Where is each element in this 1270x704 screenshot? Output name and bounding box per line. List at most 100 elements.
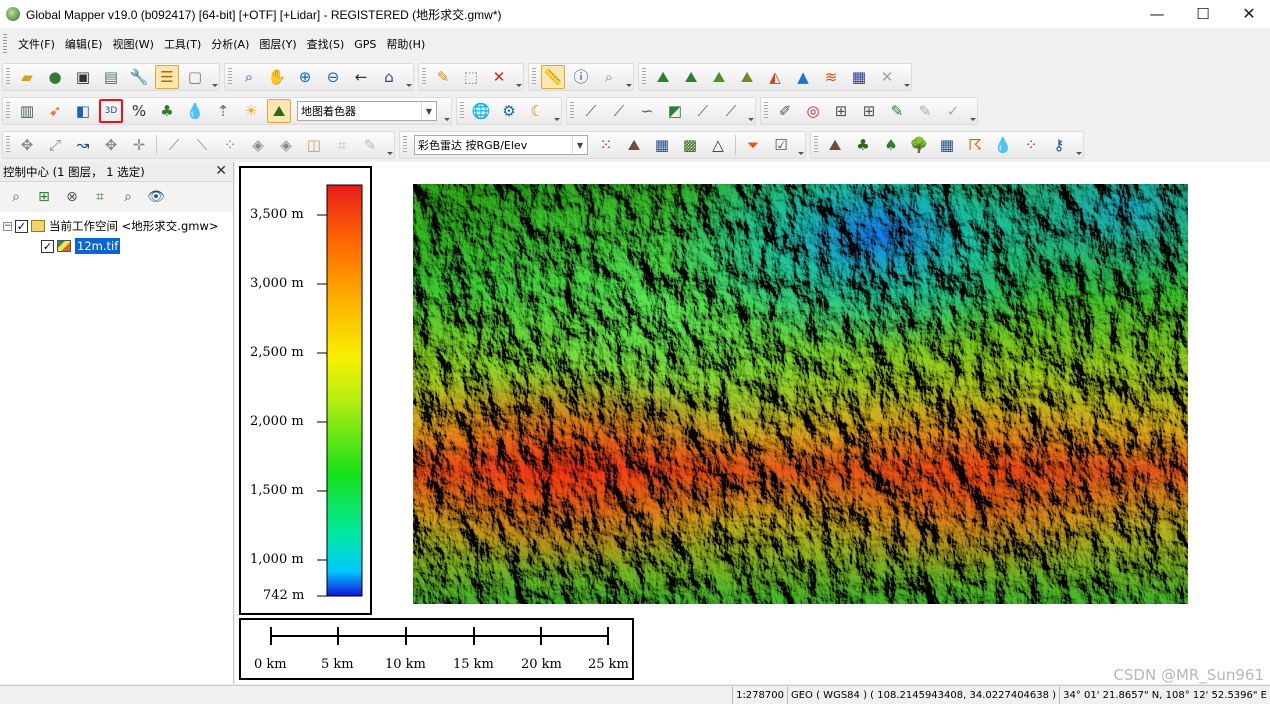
menu-gps[interactable]: GPS xyxy=(349,38,381,51)
maximize-button[interactable]: ☐ xyxy=(1180,0,1226,28)
menu-view[interactable]: 视图(W) xyxy=(107,36,158,52)
3d-view-icon[interactable]: 3D xyxy=(99,99,123,123)
triangle-icon[interactable]: △ xyxy=(706,133,730,157)
toolbar-options-icon[interactable] xyxy=(747,98,754,124)
toolbar-grip[interactable] xyxy=(6,102,10,120)
move-vertex-icon[interactable]: ✥ xyxy=(99,133,123,157)
projection-globe-icon[interactable]: 🌐 xyxy=(469,99,493,123)
point-move-icon[interactable]: ✐ xyxy=(773,99,797,123)
toolbar-grip[interactable] xyxy=(6,136,10,154)
menu-analysis[interactable]: 分析(A) xyxy=(206,36,254,52)
toolbar-options-icon[interactable] xyxy=(386,132,393,158)
terrain-profile-icon[interactable]: ⛰ xyxy=(651,65,675,89)
lidar-building-icon[interactable]: ▦ xyxy=(650,133,674,157)
map-canvas[interactable]: 3,500 m 3,000 m 2,500 m 2,000 m 1,500 m … xyxy=(235,162,1270,684)
collapse-icon[interactable]: − xyxy=(3,221,12,231)
lidar-grid-icon[interactable]: ▩ xyxy=(678,133,702,157)
menu-help[interactable]: 帮助(H) xyxy=(381,36,430,52)
vertex-edit-icon[interactable]: ⟋ xyxy=(691,99,715,123)
toolbar-options-icon[interactable] xyxy=(625,64,632,90)
menubar-grip[interactable] xyxy=(3,34,7,54)
low-veg-icon[interactable]: ♣ xyxy=(851,133,875,157)
flood-icon[interactable]: ▲ xyxy=(791,65,815,89)
key-points-icon[interactable]: ⚷ xyxy=(1047,133,1071,157)
scale-percent-icon[interactable]: % xyxy=(127,99,151,123)
pan-hand-icon[interactable]: ✋ xyxy=(265,65,289,89)
shader-select[interactable]: 地图着色器 ▼ xyxy=(297,101,437,121)
lidar-terrain-icon[interactable]: ⛰ xyxy=(622,133,646,157)
toolbar-options-icon[interactable] xyxy=(797,132,804,158)
cut-fill-icon[interactable]: ⛰ xyxy=(735,65,759,89)
layers-icon[interactable]: ☰ xyxy=(155,65,179,89)
back-arrow-icon[interactable]: ← xyxy=(349,65,373,89)
edit-check-icon[interactable]: ☑ xyxy=(769,133,793,157)
water-class-icon[interactable]: 💧 xyxy=(991,133,1015,157)
toolbar-options-icon[interactable] xyxy=(405,64,412,90)
info-icon[interactable]: ⓘ xyxy=(569,65,593,89)
save-icon[interactable]: ▣ xyxy=(71,65,95,89)
line-tool-icon[interactable]: ⟋ xyxy=(162,133,186,157)
scale-tool-icon[interactable]: ◈ xyxy=(274,133,298,157)
contour-icon[interactable]: ≋ xyxy=(819,65,843,89)
open-folder-icon[interactable]: ▰ xyxy=(15,65,39,89)
overview-icon[interactable]: ▢ xyxy=(183,65,207,89)
menu-edit[interactable]: 编辑(E) xyxy=(60,36,108,52)
toolbar-options-icon[interactable] xyxy=(1075,132,1082,158)
view-shed-icon[interactable]: ⛰ xyxy=(679,65,703,89)
toolbar-options-icon[interactable] xyxy=(553,98,560,124)
filter-icon[interactable]: ⏷ xyxy=(741,133,765,157)
daylight-icon[interactable]: ☾ xyxy=(525,99,549,123)
layer-add-icon[interactable]: ⊞ xyxy=(32,185,56,209)
feature-edit-icon[interactable]: ✎ xyxy=(885,99,909,123)
shader-mountain-icon[interactable]: ⛰ xyxy=(267,99,291,123)
layer-zoom-icon[interactable]: ⌕ xyxy=(116,185,140,209)
point-grid-icon[interactable]: ⊞ xyxy=(857,99,881,123)
chevron-down-icon[interactable]: ▼ xyxy=(421,102,436,120)
target-icon[interactable]: ◎ xyxy=(801,99,825,123)
line-split-icon[interactable]: ⟋ xyxy=(719,99,743,123)
zoom-in-icon[interactable]: ⊕ xyxy=(293,65,317,89)
water-level-icon[interactable]: 💧 xyxy=(183,99,207,123)
image-analysis-icon[interactable]: ▦ xyxy=(847,65,871,89)
medium-veg-icon[interactable]: ♠ xyxy=(879,133,903,157)
toolbar-grip[interactable] xyxy=(460,102,464,120)
feature-search-icon[interactable]: ⌕ xyxy=(597,65,621,89)
layer-checkbox[interactable]: ✓ xyxy=(41,239,54,253)
minimize-button[interactable]: — xyxy=(1134,0,1180,28)
sun-shading-icon[interactable]: ☀ xyxy=(239,99,263,123)
line-of-sight-icon[interactable]: ◭ xyxy=(763,65,787,89)
grid-edit-icon[interactable]: ⊞ xyxy=(829,99,853,123)
config-gear-icon[interactable]: ⚙ xyxy=(497,99,521,123)
watershed-icon[interactable]: ⛰ xyxy=(707,65,731,89)
workspace-row[interactable]: − ✓ 当前工作空间 <地形求交.gmw> xyxy=(3,216,233,236)
workspace-checkbox[interactable]: ✓ xyxy=(15,219,28,233)
move-cross-icon[interactable]: ✥ xyxy=(15,133,39,157)
connect-icon[interactable]: ↝ xyxy=(71,133,95,157)
split-view-icon[interactable]: ◧ xyxy=(71,99,95,123)
toolbar-grip[interactable] xyxy=(422,68,426,86)
toolbar-grip[interactable] xyxy=(570,102,574,120)
toolbar-grip[interactable] xyxy=(764,102,768,120)
toolbar-options-icon[interactable] xyxy=(443,98,450,124)
crop-tool-icon[interactable]: ⌗ xyxy=(330,133,354,157)
toolbar-options-icon[interactable] xyxy=(969,98,976,124)
chevron-down-icon[interactable]: ▼ xyxy=(572,136,587,154)
layer-search-icon[interactable]: ⌕ xyxy=(4,185,28,209)
lighting-icon[interactable]: ⇡ xyxy=(211,99,235,123)
building-class-icon[interactable]: ▦ xyxy=(935,133,959,157)
zoom-out-icon[interactable]: ⊖ xyxy=(321,65,345,89)
toolbar-options-icon[interactable] xyxy=(903,64,910,90)
menu-file[interactable]: 文件(F) xyxy=(13,36,60,52)
lidar-color-select[interactable]: 彩色雷达 按RGB/Elev ▼ xyxy=(414,135,588,155)
line-edit-icon[interactable]: ⟋ xyxy=(607,99,631,123)
ground-class-icon[interactable]: ⛰ xyxy=(823,133,847,157)
path-profile-icon[interactable]: ➶ xyxy=(43,99,67,123)
zoom-box-icon[interactable]: ⌕ xyxy=(237,65,261,89)
layer-remove-icon[interactable]: ⊗ xyxy=(60,185,84,209)
globe-icon[interactable]: ● xyxy=(43,65,67,89)
measure-ruler-icon[interactable]: 📏 xyxy=(541,65,565,89)
layer-visibility-icon[interactable]: 👁 xyxy=(144,185,168,209)
close-icon[interactable]: ✕ xyxy=(215,163,227,179)
pencil-icon[interactable]: ✎ xyxy=(431,65,455,89)
area-create-icon[interactable]: ◩ xyxy=(663,99,687,123)
